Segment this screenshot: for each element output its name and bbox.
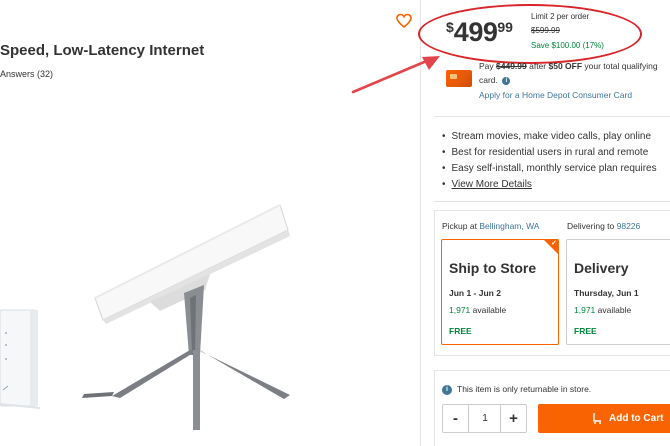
info-icon[interactable]: i [502,76,511,85]
credit-card-image [446,70,472,87]
option-price: FREE [574,326,597,336]
feature-bullet: Best for residential users in rural and … [442,145,657,161]
annotation-ellipse [418,4,642,64]
product-title: Speed, Low-Latency Internet [0,42,205,59]
feature-bullet: Stream movies, make video calls, play on… [442,129,657,145]
heart-icon[interactable] [396,13,412,29]
section-divider [434,201,670,202]
delivery-location: Delivering to 98226 [567,221,640,231]
offer-suffix: your total qualifying [582,61,658,71]
available-suffix: available [595,305,632,315]
return-notice-text: This item is only returnable in store. [457,384,592,394]
option-title: Delivery [574,260,629,276]
offer-pay-prefix: Pay [479,61,497,71]
quantity-input[interactable]: 1 [470,405,500,432]
pickup-label: Pickup at [442,221,480,231]
option-availability: 1,971 available [449,305,506,315]
available-count: 1,971 [449,305,471,315]
offer-discount: $50 OFF [548,61,583,71]
option-date: Thursday, Jun 1 [574,288,639,298]
offer-strike-price: $449.99 [496,61,527,71]
option-price: FREE [449,326,472,336]
info-icon[interactable]: i [442,384,452,395]
checkmark-icon: ✓ [551,240,557,247]
available-count: 1,971 [574,305,596,315]
add-to-cart-label: Add to Cart [609,413,664,424]
annotation-arrow-icon [351,56,440,94]
pickup-store-link[interactable]: Bellingham, WA [479,221,539,231]
satellite-dish-image [82,204,290,430]
questions-answers-link[interactable]: Answers (32) [0,69,53,79]
ship-to-store-option[interactable]: ✓ Ship to Store Jun 1 - Jun 2 1,971 avai… [441,239,559,345]
delivery-option[interactable]: Delivery Thursday, Jun 1 1,971 available… [566,239,670,345]
apply-card-link[interactable]: Apply for a Home Depot Consumer Card [479,90,632,100]
product-image [0,204,290,430]
pickup-location: Pickup at Bellingham, WA [442,221,539,231]
section-divider [434,116,670,117]
feature-bullets: Stream movies, make video calls, play on… [442,129,657,193]
option-date: Jun 1 - Jun 2 [449,288,501,298]
offer-card-word: card. [479,75,498,85]
option-availability: 1,971 available [574,305,631,315]
delivery-zip-link[interactable]: 98226 [617,221,641,231]
return-notice: i This item is only returnable in store. [442,384,591,395]
credit-offer-line2: card. i [479,75,511,85]
view-more-details-link[interactable]: View More Details [452,179,532,190]
increase-quantity-button[interactable]: + [500,405,526,432]
router-image [0,309,41,409]
offer-after: after [526,61,549,71]
quantity-stepper: - 1 + [442,404,527,433]
option-title: Ship to Store [449,260,537,276]
feature-bullet: Easy self-install, monthly service plan … [442,161,657,177]
add-to-cart-button[interactable]: Add to Cart [538,404,670,433]
cart-icon [593,413,601,424]
delivery-label: Delivering to [567,221,617,231]
view-more-item: View More Details [442,177,657,193]
available-suffix: available [470,305,507,315]
decrease-quantity-button[interactable]: - [443,405,469,432]
credit-offer-text: Pay $449.99 after $50 OFF your total qua… [479,61,658,71]
